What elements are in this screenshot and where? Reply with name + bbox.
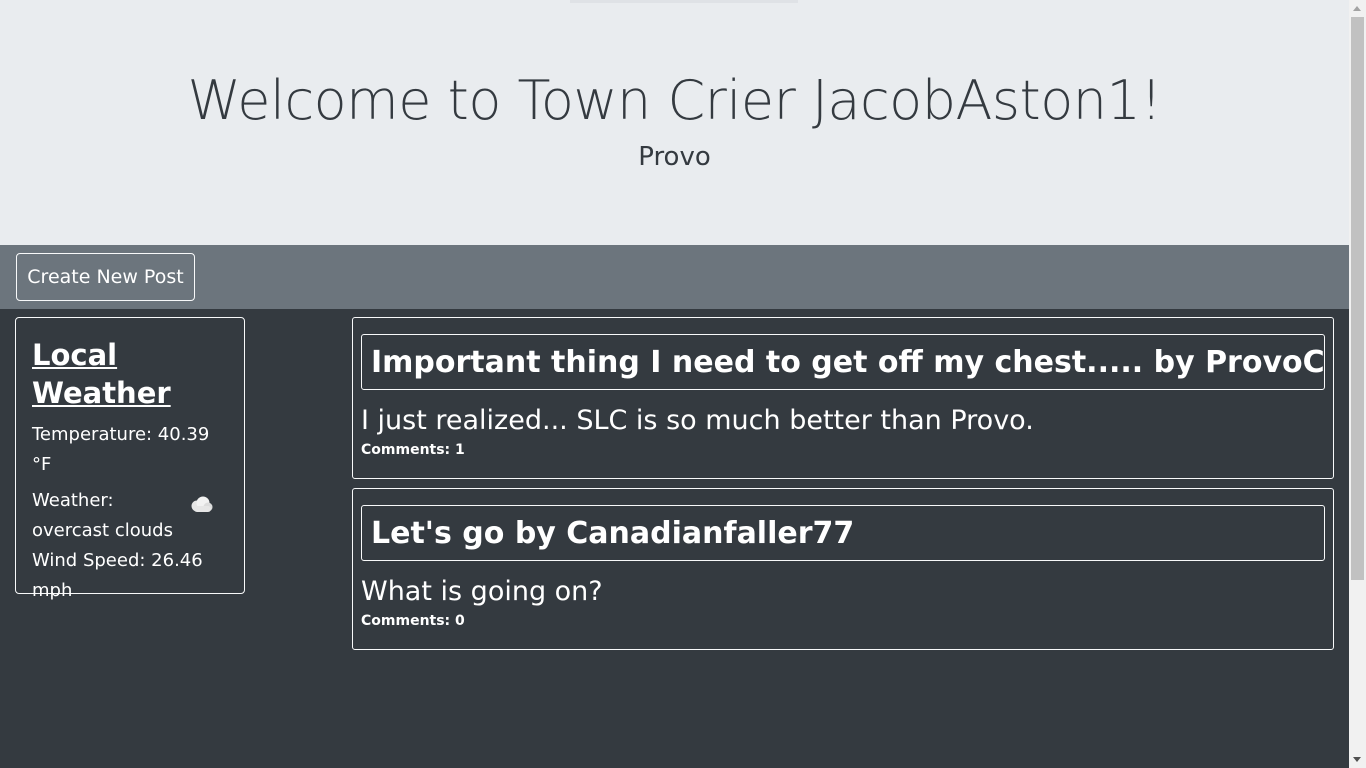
page: Welcome to Town Crier JacobAston1! Provo…: [0, 0, 1349, 768]
post-comments-count[interactable]: Comments: 0: [361, 613, 1325, 629]
weather-heading-line2: Weather: [32, 376, 171, 410]
page-title: Welcome to Town Crier JacobAston1!: [187, 69, 1162, 132]
scroll-down-arrow-icon[interactable]: [1353, 757, 1361, 762]
weather-heading[interactable]: Local Weather: [32, 336, 228, 412]
post-card[interactable]: Important thing I need to get off my che…: [352, 317, 1334, 479]
jumbotron-header: Welcome to Town Crier JacobAston1! Provo: [0, 0, 1349, 245]
weather-condition-text: Weather: overcast clouds: [32, 490, 173, 541]
scroll-up-arrow-icon[interactable]: [1353, 6, 1361, 11]
weather-heading-line1: Local: [32, 338, 118, 372]
temperature-text: Temperature: 40.39 °F: [32, 424, 210, 475]
post-body: I just realized... SLC is so much better…: [361, 405, 1034, 436]
city-subtitle: Provo: [638, 142, 711, 172]
post-title[interactable]: Let's go by Canadianfaller77: [361, 505, 1325, 561]
scrollbar-thumb[interactable]: [1351, 17, 1364, 580]
wind-speed-text: Wind Speed: 26.46 mph: [32, 550, 203, 601]
cloud-icon: [191, 496, 213, 512]
post-body: What is going on?: [361, 576, 603, 607]
vertical-scrollbar[interactable]: [1349, 0, 1366, 768]
post-comments-count[interactable]: Comments: 1: [361, 442, 1325, 458]
posts-list: Important thing I need to get off my che…: [352, 317, 1334, 659]
post-title[interactable]: Important thing I need to get off my che…: [361, 334, 1325, 390]
top-divider: [570, 0, 798, 3]
post-card[interactable]: Let's go by Canadianfaller77 What is goi…: [352, 488, 1334, 650]
weather-card: Local Weather Temperature: 40.39 °F Weat…: [15, 317, 245, 601]
toolbar: Create New Post: [0, 245, 1349, 309]
create-new-post-button[interactable]: Create New Post: [16, 253, 195, 301]
weather-condition-row: Weather: overcast clouds: [32, 486, 228, 546]
